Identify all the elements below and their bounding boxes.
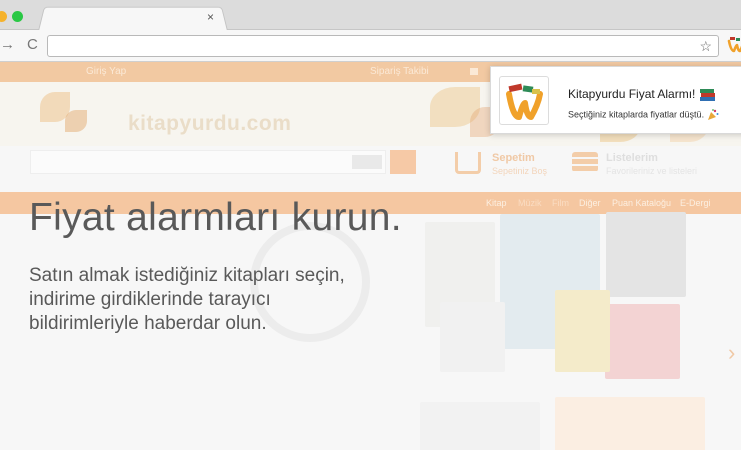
promo-headline: Fiyat alarmları kurun. xyxy=(29,196,402,239)
lists-icon[interactable] xyxy=(572,152,598,172)
notification-title: Kitapyurdu Fiyat Alarmı! xyxy=(568,87,717,102)
cart-icon[interactable] xyxy=(455,152,481,174)
browser-tab[interactable] xyxy=(38,6,228,31)
bookmark-star-icon[interactable]: ☆ xyxy=(699,38,712,54)
books-icon xyxy=(699,88,715,101)
site-search-category-select[interactable] xyxy=(352,155,382,169)
price-alert-notification[interactable]: Kitapyurdu Fiyat Alarmı! Seçtiğiniz kita… xyxy=(490,66,741,134)
site-logo[interactable]: kitapyurdu.com xyxy=(128,112,291,136)
nav-category[interactable]: Film xyxy=(552,198,569,208)
site-search-button[interactable] xyxy=(390,150,416,174)
promo-subtext-line: bildirimleriyle haberdar olun. xyxy=(29,313,267,334)
nav-category[interactable]: E-Dergi xyxy=(680,198,711,208)
browser-toolbar: → C ☆ xyxy=(0,30,741,62)
promo-subtext-line: indirime girdiklerinde tarayıcı xyxy=(29,289,271,310)
maximize-window-button[interactable] xyxy=(12,11,23,22)
site-search-input[interactable] xyxy=(30,150,386,174)
notification-title-text: Kitapyurdu Fiyat Alarmı! xyxy=(568,87,696,101)
nav-category[interactable]: Kitap xyxy=(486,198,507,208)
cart-title[interactable]: Sepetim xyxy=(492,152,535,164)
kitapyurdu-logo-icon xyxy=(506,83,543,120)
promo-subtext-line: Satın almak istediğiniz kitapları seçin, xyxy=(29,265,345,286)
book-cover xyxy=(555,290,610,372)
notification-body: Seçtiğiniz kitaplarda fiyatlar düştü. xyxy=(568,109,719,121)
lists-title[interactable]: Listelerim xyxy=(606,152,658,164)
reload-icon[interactable]: C xyxy=(27,37,38,53)
cart-subtitle: Sepetiniz Boş xyxy=(492,166,548,176)
party-popper-icon xyxy=(707,109,719,120)
lists-subtitle: Favorileriniz ve listeleri xyxy=(606,166,698,176)
notification-body-text: Seçtiğiniz kitaplarda fiyatlar düştü. xyxy=(568,109,705,120)
minimize-window-button[interactable] xyxy=(0,11,7,22)
tab-close-icon[interactable]: × xyxy=(207,11,214,23)
book-cover xyxy=(606,212,686,297)
autumn-leaf-decoration xyxy=(65,110,87,132)
kitapyurdu-extension-icon[interactable] xyxy=(727,36,741,54)
book-cover xyxy=(605,304,680,379)
nav-category[interactable]: Müzik xyxy=(518,198,542,208)
browser-tab-bar: × xyxy=(0,0,741,31)
book-cover xyxy=(440,302,505,372)
nav-category[interactable]: Puan Kataloğu xyxy=(612,198,671,208)
promo-subtext: Satın almak istediğiniz kitapları seçin,… xyxy=(29,264,429,336)
promo-banner xyxy=(420,402,540,450)
carousel-next-icon[interactable]: › xyxy=(728,340,735,366)
back-arrow-icon[interactable]: → xyxy=(0,37,15,53)
screen: × → C ☆ Giriş Yap Sipariş Takibi kitapyu… xyxy=(0,0,741,450)
order-tracking-link[interactable]: Sipariş Takibi xyxy=(370,66,429,77)
login-link[interactable]: Giriş Yap xyxy=(86,66,126,77)
notification-app-icon xyxy=(499,76,549,125)
address-bar[interactable]: ☆ xyxy=(47,35,719,57)
flag-icon xyxy=(470,68,478,75)
nav-category[interactable]: Diğer xyxy=(579,198,601,208)
childrens-books-banner xyxy=(555,397,705,450)
